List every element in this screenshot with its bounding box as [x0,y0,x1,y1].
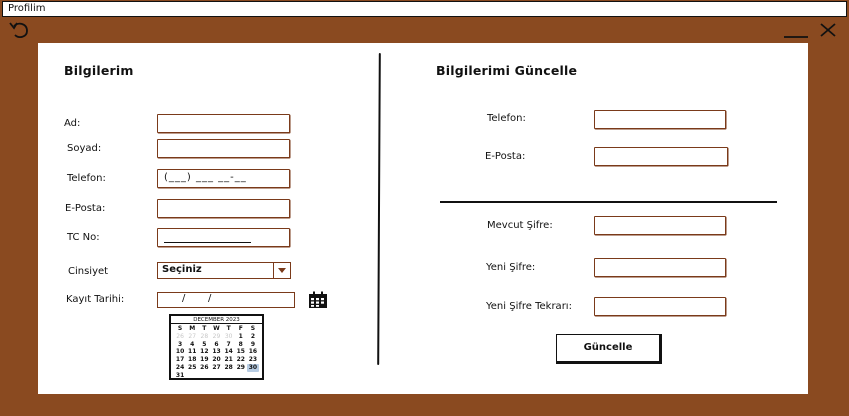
calendar-day[interactable]: 2 [247,333,259,341]
calendar-day[interactable]: 30 [223,333,235,341]
calendar-day[interactable]: 19 [198,356,210,364]
new-password-field[interactable] [594,258,726,277]
surname-label: Soyad: [67,143,102,154]
calendar-weekday: S [177,325,183,332]
tc-field[interactable] [157,228,290,247]
gender-select[interactable]: Seçiniz [157,262,291,279]
calendar-day[interactable]: 17 [174,356,186,364]
calendar-day[interactable]: 9 [247,341,259,349]
email-field[interactable] [157,199,290,218]
calendar-day[interactable]: 26 [174,333,186,341]
current-password-label: Mevcut Şifre: [487,220,553,231]
calendar-day[interactable]: 11 [186,348,198,356]
surname-field[interactable] [157,139,290,158]
calendar-day[interactable]: 10 [174,348,186,356]
calendar-day[interactable]: 22 [235,356,247,364]
calendar-weekday: S [250,325,256,332]
calendar-day[interactable]: 4 [186,341,198,349]
new-password-label: Yeni Şifre: [486,262,536,273]
phone-label: Telefon: [67,173,106,184]
calendar-weekday: W [213,325,220,332]
calendar-day[interactable]: 8 [235,341,247,349]
calendar-weekday: T [226,325,231,332]
calendar-day[interactable]: 31 [174,372,186,380]
date-separator: / [182,293,186,304]
calendar-day[interactable]: 1 [235,333,247,341]
calendar-weekday: F [238,325,243,332]
calendar-day[interactable]: 29 [210,333,222,341]
update-phone-label: Telefon: [487,113,526,124]
update-email-label: E-Posta: [485,151,526,162]
calendar-day[interactable]: 23 [247,356,259,364]
name-label: Ad: [64,118,81,129]
minimize-icon[interactable] [783,24,809,40]
email-label: E-Posta: [65,203,106,214]
window-titlebar: Profilim [2,1,847,17]
calendar-day[interactable]: 30 [246,363,259,372]
profile-panel: Bilgilerim Ad: Soyad: Telefon: (___) ___… [38,43,808,394]
calendar-day[interactable]: 24 [174,364,186,372]
calendar-day[interactable]: 15 [235,348,247,356]
calendar-day[interactable]: 27 [210,364,222,372]
calendar-day[interactable]: 26 [198,364,210,372]
vertical-divider [377,52,381,366]
tc-mask-line [164,242,251,243]
calendar-day[interactable]: 28 [223,364,235,372]
calendar-day[interactable]: 12 [198,348,210,356]
info-heading: Bilgilerim [64,63,134,78]
calendar-day[interactable]: 29 [235,364,247,372]
calendar-month-title: DECEMBER 2023 [171,316,262,324]
calendar-day[interactable]: 27 [186,333,198,341]
chevron-down-icon[interactable] [273,263,290,278]
gender-select-value: Seçiniz [162,264,202,275]
calendar-weekday: T [202,325,207,332]
update-heading: Bilgilerimi Güncelle [436,63,578,78]
date-separator: / [208,293,212,304]
calendar-day[interactable]: 7 [223,341,235,349]
calendar-day[interactable]: 13 [210,348,222,356]
date-picker[interactable]: DECEMBER 2023 S M T W T F S 26 27 28 29 30 1 2 3 4 5 6 7 8 9… [169,314,264,380]
horizontal-divider [440,201,777,203]
undo-icon[interactable] [7,20,33,42]
window-title: Profilim [8,3,46,14]
gender-label: Cinsiyet [68,266,109,277]
calendar-day[interactable]: 28 [198,333,210,341]
reg-date-field[interactable]: / / [157,292,295,308]
calendar-day[interactable]: 16 [247,348,259,356]
calendar-day[interactable]: 20 [210,356,222,364]
new-password-repeat-field[interactable] [594,297,726,316]
calendar-grid[interactable]: S M T W T F S 26 27 28 29 30 1 2 3 4 5 6 7 8 9 10 11 12 13 14 15 16… [171,324,262,380]
calendar-day[interactable]: 21 [223,356,235,364]
update-button[interactable]: Güncelle [556,334,662,364]
calendar-icon[interactable] [308,291,328,309]
new-password-repeat-label: Yeni Şifre Tekrarı: [486,301,572,312]
name-field[interactable] [157,114,290,133]
reg-date-label: Kayıt Tarihi: [66,294,125,305]
phone-field[interactable]: (___) ___ __-__ [157,169,290,188]
calendar-day[interactable]: 14 [223,348,235,356]
phone-mask: (___) ___ __-__ [164,172,247,183]
calendar-day[interactable]: 5 [198,341,210,349]
calendar-weekday: M [189,325,196,332]
close-icon[interactable] [818,21,838,41]
calendar-day[interactable]: 6 [210,341,222,349]
update-email-field[interactable] [594,147,728,166]
current-password-field[interactable] [594,216,726,235]
calendar-day[interactable]: 25 [186,364,198,372]
update-phone-field[interactable] [594,110,726,129]
tc-label: TC No: [67,232,100,243]
calendar-day[interactable]: 18 [186,356,198,364]
calendar-day[interactable]: 3 [174,341,186,349]
